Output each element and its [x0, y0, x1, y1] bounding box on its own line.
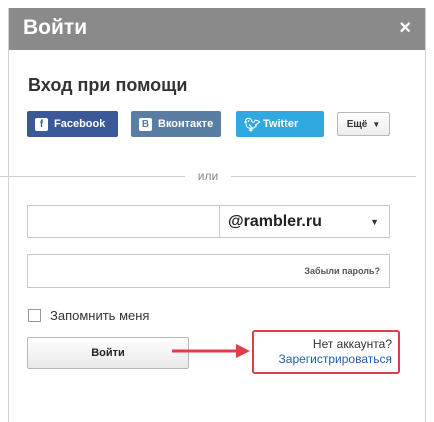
password-field: Забыли пароль?: [27, 254, 390, 289]
domain-value: @rambler.ru: [228, 212, 322, 230]
facebook-button[interactable]: f Facebook: [27, 111, 118, 137]
facebook-label: Facebook: [54, 118, 106, 130]
register-box: Нет аккаунта? Зарегистрироваться: [252, 330, 400, 374]
login-with-heading: Вход при помощи: [28, 75, 188, 95]
facebook-icon: f: [35, 117, 48, 131]
login-field: @rambler.ru ▼: [27, 205, 390, 238]
domain-select[interactable]: @rambler.ru ▼: [219, 206, 389, 237]
vkontakte-button[interactable]: B Вконтакте: [131, 111, 221, 137]
remember-me: Запомнить меня: [28, 308, 149, 323]
vk-icon: B: [139, 117, 152, 131]
dialog-title: Войти: [23, 16, 88, 39]
no-account-text: Нет аккаунта?: [312, 337, 392, 351]
forgot-password-link[interactable]: Забыли пароль?: [304, 266, 380, 276]
divider-or-text: или: [197, 169, 219, 183]
red-arrow-annotation: [172, 344, 250, 358]
twitter-button[interactable]: 🐦︎ Twitter: [236, 111, 324, 137]
login-input[interactable]: [28, 206, 219, 237]
dialog-titlebar: Войти ×: [9, 8, 425, 50]
remember-me-checkbox[interactable]: [28, 309, 41, 322]
register-link[interactable]: Зарегистрироваться: [254, 352, 392, 366]
chevron-down-icon: ▼: [370, 217, 379, 227]
divider-right: [231, 176, 416, 177]
vkontakte-label: Вконтакте: [158, 118, 214, 130]
remember-me-label: Запомнить меня: [50, 308, 150, 323]
login-button[interactable]: Войти: [27, 337, 189, 369]
divider-left: [0, 176, 185, 177]
twitter-bird-icon: 🐦︎: [244, 116, 261, 132]
twitter-label: Twitter: [263, 118, 299, 130]
password-input[interactable]: [28, 255, 282, 289]
close-icon[interactable]: ×: [399, 17, 411, 40]
more-label: Ещё: [346, 118, 368, 130]
chevron-down-icon: ▼: [372, 119, 381, 129]
more-providers-dropdown[interactable]: Ещё ▼: [337, 112, 390, 136]
